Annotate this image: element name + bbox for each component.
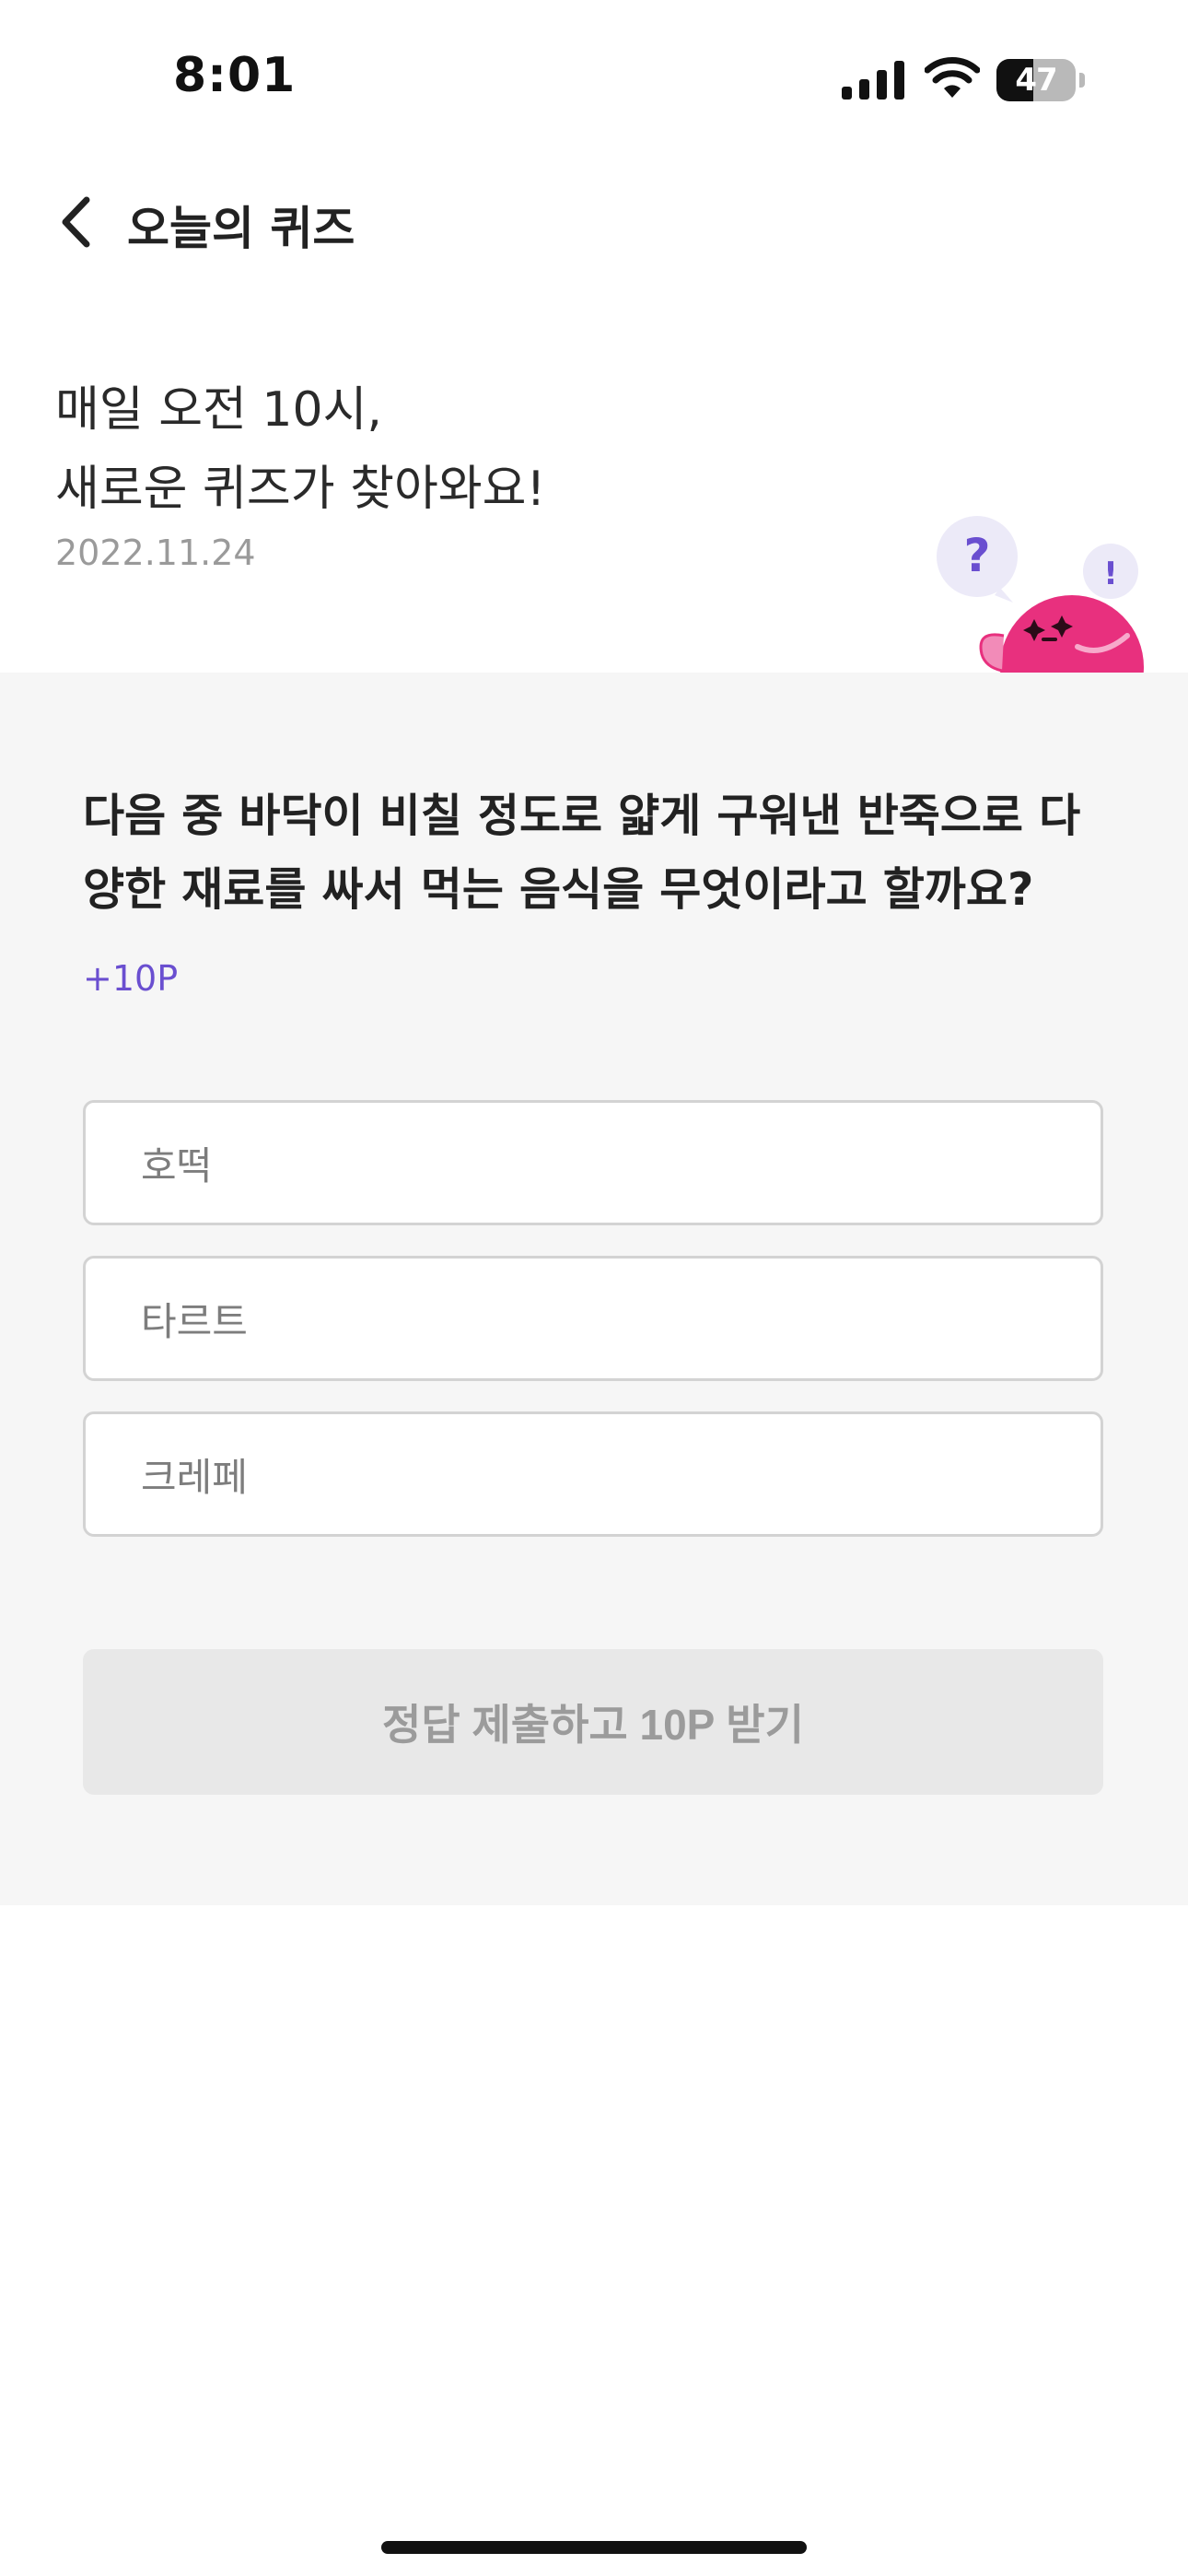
submit-answer-button[interactable]: 정답 제출하고 10P 받기 [83, 1649, 1103, 1795]
exclamation-mark: ! [1103, 556, 1118, 592]
battery-indicator: 47 [996, 59, 1085, 101]
answer-option-1[interactable]: 호떡 [83, 1100, 1103, 1225]
battery-level: 47 [1015, 62, 1057, 99]
cellular-signal-icon [842, 61, 904, 100]
page-title: 오늘의 퀴즈 [127, 202, 355, 255]
headline-line-1: 매일 오전 10시, [55, 382, 382, 438]
headline: 매일 오전 10시, 새로운 퀴즈가 찾아와요! [55, 370, 545, 529]
question-mark: ? [963, 529, 990, 582]
headline-line-2: 새로운 퀴즈가 찾아와요! [55, 462, 546, 517]
question-bubble-icon: ? [937, 516, 1018, 603]
answer-option-2[interactable]: 타르트 [83, 1256, 1103, 1381]
answer-option-3[interactable]: 크레페 [83, 1411, 1103, 1537]
home-indicator[interactable] [381, 2541, 807, 2554]
quiz-date: 2022.11.24 [55, 533, 256, 573]
points-badge: +10P [83, 958, 179, 999]
quiz-question: 다음 중 바닥이 비칠 정도로 얇게 구워낸 반죽으로 다양한 재료를 싸서 먹… [83, 790, 1081, 916]
pink-mascot-icon [979, 595, 1144, 673]
exclamation-bubble-icon: ! [1083, 544, 1138, 599]
mascot-illustration: ? ! [937, 516, 1144, 673]
battery-cap [1079, 73, 1085, 88]
chevron-left-icon [62, 196, 90, 248]
wifi-icon [925, 57, 980, 98]
status-time: 8:01 [173, 48, 297, 103]
back-button[interactable] [48, 188, 103, 256]
battery-icon: 47 [996, 59, 1076, 101]
